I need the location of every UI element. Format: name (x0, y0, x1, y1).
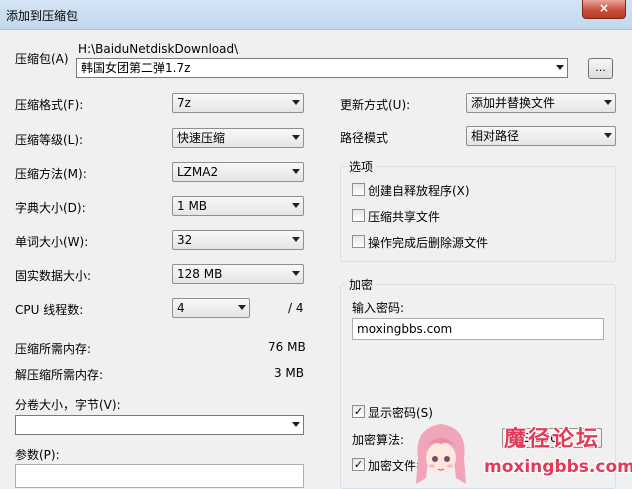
format-value: 7z (177, 96, 191, 110)
chevron-down-icon (556, 65, 564, 70)
level-select[interactable]: 快速压缩 (172, 128, 304, 148)
watermark-url: moxingbbs.com (484, 457, 632, 477)
sfx-label: 创建自释放程序(X) (368, 184, 470, 198)
chevron-down-icon (604, 133, 612, 138)
chevron-down-icon (292, 100, 300, 105)
threads-select[interactable]: 4 (172, 298, 250, 318)
chevron-down-icon (292, 135, 300, 140)
volume-select[interactable] (15, 415, 304, 435)
checkbox-box (352, 209, 365, 222)
mem-compress-value: 76 MB (268, 340, 306, 354)
checkbox-box (352, 183, 365, 196)
solid-select[interactable]: 128 MB (172, 264, 304, 284)
algo-label: 加密算法: (352, 433, 405, 447)
solid-label: 固实数据大小: (15, 269, 92, 283)
archive-name-combo[interactable]: 韩国女团第二弹1.7z (76, 58, 568, 78)
volume-label: 分卷大小，字节(V): (15, 398, 121, 412)
word-value: 32 (177, 233, 193, 247)
word-label: 单词大小(W): (15, 235, 89, 249)
threads-label: CPU 线程数: (15, 303, 84, 317)
password-label: 输入密码: (352, 301, 405, 315)
archive-name-value: 韩国女团第二弹1.7z (81, 61, 191, 75)
method-label: 压缩方法(M): (15, 167, 87, 181)
chevron-down-icon (238, 305, 246, 310)
options-group-title: 选项 (346, 158, 377, 175)
level-label: 压缩等级(L): (15, 133, 84, 147)
checkbox-box: ✓ (352, 405, 365, 418)
update-label: 更新方式(U): (340, 98, 411, 112)
params-input[interactable] (15, 464, 304, 488)
chevron-down-icon (604, 100, 612, 105)
mem-compress-label: 压缩所需内存: (15, 342, 92, 356)
chevron-down-icon (292, 169, 300, 174)
word-select[interactable]: 32 (172, 230, 304, 250)
forum-watermark: 魔径论坛 moxingbbs.com (402, 412, 632, 489)
chevron-down-icon (292, 237, 300, 242)
method-value: LZMA2 (177, 165, 219, 179)
update-value: 添加并替换文件 (471, 96, 556, 110)
params-label: 参数(P): (15, 448, 60, 462)
threads-total: / 4 (288, 301, 304, 315)
mem-decompress-label: 解压缩所需内存: (15, 368, 104, 382)
dict-value: 1 MB (177, 199, 208, 213)
mem-decompress-value: 3 MB (273, 366, 304, 380)
encryption-group-title: 加密 (346, 276, 377, 293)
pathmode-select[interactable]: 相对路径 (466, 126, 616, 146)
checkbox-box: ✓ (352, 458, 365, 471)
threads-value: 4 (177, 301, 185, 315)
dict-label: 字典大小(D): (15, 201, 86, 215)
chevron-down-icon (292, 271, 300, 276)
archive-path: H:\BaiduNetdiskDownload\ (78, 42, 239, 56)
mascot-logo (416, 424, 466, 484)
password-input[interactable]: moxingbbs.com (352, 318, 604, 340)
update-select[interactable]: 添加并替换文件 (466, 93, 616, 113)
pathmode-label: 路径模式 (340, 131, 389, 145)
checkbox-box (352, 235, 365, 248)
window-title: 添加到压缩包 (6, 9, 79, 23)
method-select[interactable]: LZMA2 (172, 162, 304, 182)
pathmode-value: 相对路径 (471, 129, 520, 143)
watermark-site-name: 魔径论坛 (504, 427, 601, 452)
level-value: 快速压缩 (177, 131, 226, 145)
browse-button[interactable]: ... (588, 58, 613, 79)
archive-label: 压缩包(A) (15, 52, 69, 66)
shared-files-label: 压缩共享文件 (368, 210, 441, 224)
solid-value: 128 MB (177, 267, 223, 281)
dict-select[interactable]: 1 MB (172, 196, 304, 216)
delete-after-label: 操作完成后删除源文件 (368, 236, 489, 250)
close-icon: × (598, 1, 610, 15)
chevron-down-icon (292, 203, 300, 208)
title-bar: 添加到压缩包 × (0, 0, 632, 30)
format-label: 压缩格式(F): (15, 98, 84, 112)
chevron-down-icon (292, 422, 300, 427)
close-button[interactable]: × (582, 0, 626, 19)
format-select[interactable]: 7z (172, 93, 304, 113)
